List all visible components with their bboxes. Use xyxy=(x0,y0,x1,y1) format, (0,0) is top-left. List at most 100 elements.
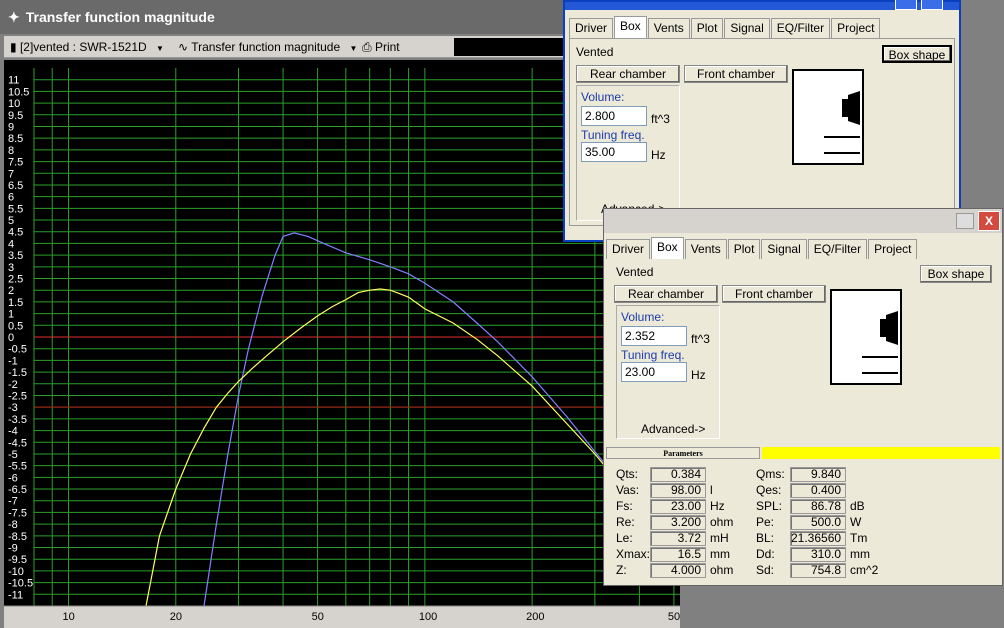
param-label: Vas: xyxy=(616,483,640,497)
close-button[interactable]: X xyxy=(978,211,1000,231)
tab-box[interactable]: Box xyxy=(651,237,684,259)
y-tick-label: -9.5 xyxy=(8,554,27,566)
y-tick-label: 8.5 xyxy=(8,133,23,145)
param-label: Xmax: xyxy=(616,547,651,561)
y-tick-label: 7.5 xyxy=(8,157,23,169)
y-tick-label: 6 xyxy=(8,192,14,204)
restore-button[interactable] xyxy=(895,0,917,10)
param-value[interactable]: 0.384 xyxy=(650,467,706,482)
tab-vents[interactable]: Vents xyxy=(684,239,727,259)
param-value[interactable]: 16.5 xyxy=(650,547,706,562)
y-tick-label: 2.5 xyxy=(8,274,23,286)
param-unit: ohm xyxy=(710,515,734,529)
params-header: Parameters xyxy=(606,447,760,459)
front-chamber-button[interactable]: Front chamber xyxy=(722,285,826,303)
param-value[interactable]: 0.400 xyxy=(790,483,846,498)
tuning-input[interactable]: 35.00 xyxy=(581,142,647,162)
print-button[interactable]: ⎙ Print xyxy=(362,39,400,55)
x-tick-label: 10 xyxy=(63,611,75,623)
box-diagram xyxy=(830,289,902,385)
box-window-front-title-bar[interactable] xyxy=(604,209,1002,233)
tab-driver[interactable]: Driver xyxy=(569,18,613,38)
volume-label: Volume: xyxy=(621,310,665,324)
tab-signal[interactable]: Signal xyxy=(761,239,807,259)
tuning-input[interactable]: 23.00 xyxy=(621,362,687,382)
y-tick-label: 10 xyxy=(8,98,20,110)
param-label: Qms: xyxy=(756,467,785,481)
param-value[interactable]: 310.0 xyxy=(790,547,846,562)
box-back-panel: Vented Box shape Rear chamber Front cham… xyxy=(569,38,955,226)
advanced-link[interactable]: Advanced-> xyxy=(641,422,705,436)
close-button[interactable] xyxy=(921,0,943,10)
param-value[interactable]: 754.8 xyxy=(790,563,846,578)
param-unit: Tm xyxy=(850,531,868,545)
param-label: Qts: xyxy=(616,467,639,481)
y-tick-label: -5.5 xyxy=(8,461,27,473)
wave-icon: ∿ xyxy=(178,40,189,54)
y-tick-label: -8 xyxy=(8,519,18,531)
param-value[interactable]: 98.00 xyxy=(650,483,706,498)
driver-parameters: Qts: 0.384 Vas: 98.00 l Fs: 23.00 Hz Re: 3.200 ohm… xyxy=(606,461,1002,585)
view-selector[interactable]: ∿ Transfer function magnitude ▼ xyxy=(178,39,357,55)
box-front-panel: Vented Box shape Rear chamber Front cham… xyxy=(606,259,1002,443)
box-front-tabs: Driver Box Vents Plot Signal EQ/Filter P… xyxy=(606,237,918,259)
param-value[interactable]: 23.00 xyxy=(650,499,706,514)
y-tick-label: -10.5 xyxy=(8,578,33,590)
y-tick-label: -1 xyxy=(8,355,18,367)
param-unit: mH xyxy=(710,531,729,545)
y-tick-label: 9 xyxy=(8,121,14,133)
tab-plot[interactable]: Plot xyxy=(690,18,724,38)
y-tick-label: -6.5 xyxy=(8,484,27,496)
param-label: Qes: xyxy=(756,483,782,497)
param-label: Pe: xyxy=(756,515,775,529)
y-tick-label: -6 xyxy=(8,472,18,484)
y-tick-label: -11 xyxy=(8,589,23,601)
front-chamber-button[interactable]: Front chamber xyxy=(684,65,788,83)
param-label: Fs: xyxy=(616,499,633,513)
param-value[interactable]: 3.200 xyxy=(650,515,706,530)
tab-project[interactable]: Project xyxy=(868,239,918,259)
tab-driver[interactable]: Driver xyxy=(606,239,650,259)
tab-vents[interactable]: Vents xyxy=(647,18,690,38)
y-tick-label: -1.5 xyxy=(8,367,27,379)
tab-eq-filter[interactable]: EQ/Filter xyxy=(770,18,831,38)
param-value[interactable]: 9.840 xyxy=(790,467,846,482)
x-tick-label: 500 xyxy=(668,611,680,623)
y-tick-label: 9.5 xyxy=(8,110,23,122)
tab-box[interactable]: Box xyxy=(614,16,647,38)
tab-eq-filter[interactable]: EQ/Filter xyxy=(807,239,868,259)
rear-chamber-button[interactable]: Rear chamber xyxy=(614,285,718,303)
y-tick-label: 7 xyxy=(8,168,14,180)
param-label: BL: xyxy=(756,531,775,545)
param-value[interactable]: 86.78 xyxy=(790,499,846,514)
param-label: Le: xyxy=(616,531,633,545)
y-tick-label: 4.5 xyxy=(8,227,23,239)
box-shape-button[interactable]: Box shape xyxy=(920,265,992,283)
box-shape-button[interactable]: Box shape xyxy=(882,45,952,63)
y-tick-label: -7.5 xyxy=(8,507,27,519)
volume-unit: ft^3 xyxy=(691,332,710,346)
restore-button[interactable] xyxy=(956,213,974,229)
tab-project[interactable]: Project xyxy=(831,18,881,38)
param-value[interactable]: 4.000 xyxy=(650,563,706,578)
param-value[interactable]: 3.72 xyxy=(650,531,706,546)
y-tick-label: 8 xyxy=(8,145,14,157)
project-selector[interactable]: ▮ [2]vented : SWR-1521D ▼ xyxy=(10,39,164,55)
y-tick-label: -3.5 xyxy=(8,414,27,426)
param-value[interactable]: 500.0 xyxy=(790,515,846,530)
chamber-group: Volume: 2.800 ft^3 Tuning freq. 35.00 Hz… xyxy=(576,85,680,221)
volume-input[interactable]: 2.800 xyxy=(581,106,647,126)
param-value[interactable]: 21.36560 xyxy=(790,531,846,546)
tuning-label: Tuning freq. xyxy=(581,128,645,142)
y-tick-label: -5 xyxy=(8,449,18,461)
y-tick-label: 1 xyxy=(8,309,14,321)
tab-plot[interactable]: Plot xyxy=(727,239,761,259)
x-tick-label: 50 xyxy=(312,611,324,623)
y-tick-label: -9 xyxy=(8,543,18,555)
box-window-back: Driver Box Vents Plot Signal EQ/Filter P… xyxy=(563,0,961,242)
box-diagram-svg xyxy=(862,311,898,374)
tab-signal[interactable]: Signal xyxy=(724,18,770,38)
rear-chamber-button[interactable]: Rear chamber xyxy=(576,65,680,83)
box-diagram xyxy=(792,69,864,165)
volume-input[interactable]: 2.352 xyxy=(621,326,687,346)
